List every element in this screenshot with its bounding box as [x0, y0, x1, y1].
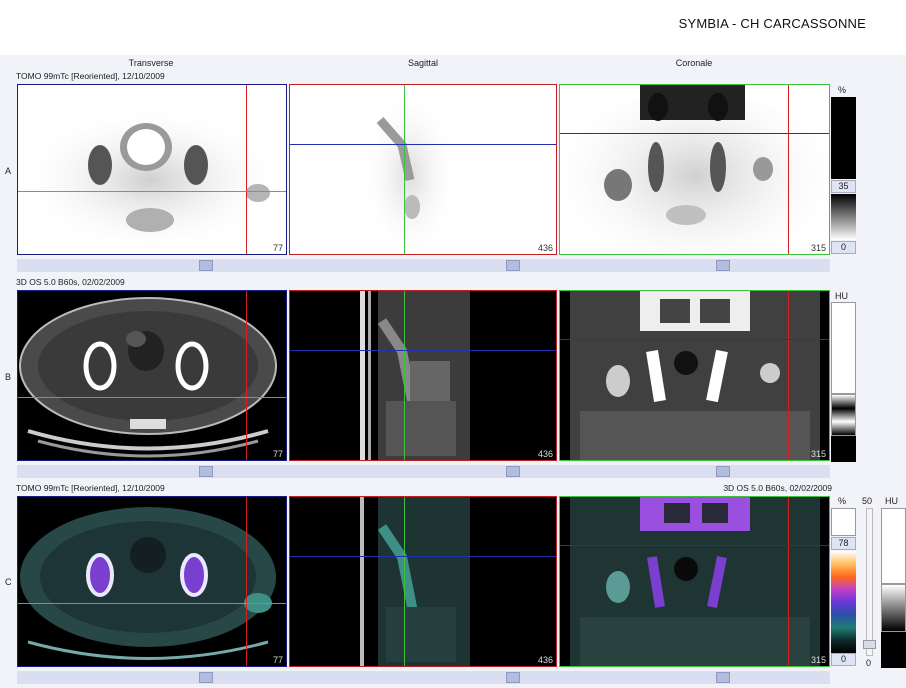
viewport-b-transverse[interactable]: 77	[17, 290, 287, 461]
column-title-transverse: Transverse	[128, 58, 174, 68]
pet-window-gradient[interactable]	[831, 194, 856, 240]
slice-number: 436	[537, 243, 553, 253]
title-bar: SYMBIA - CH CARCASSONNE	[0, 0, 906, 55]
slice-scrollbar-b[interactable]	[17, 465, 830, 478]
ct-window-gradient[interactable]	[831, 394, 856, 436]
crosshair-horizontal[interactable]	[290, 144, 556, 145]
scroll-thumb-coronal[interactable]	[716, 672, 730, 683]
crosshair-horizontal[interactable]	[18, 603, 286, 604]
slice-number: 77	[272, 449, 283, 459]
pet-window-black	[831, 97, 856, 179]
ct-window-white	[831, 302, 856, 394]
slice-number: 315	[810, 243, 826, 253]
viewport-a-transverse[interactable]: 77	[17, 84, 287, 255]
scroll-thumb-sagittal[interactable]	[506, 672, 520, 683]
slice-scrollbar-a[interactable]	[17, 259, 830, 272]
institution-title: SYMBIA - CH CARCASSONNE	[678, 16, 866, 31]
blend-slider-bottom-label: 0	[866, 658, 872, 668]
ct-window-white	[881, 508, 906, 584]
row-label-b: B	[5, 372, 12, 382]
column-title-sagittal: Sagittal	[407, 58, 439, 68]
blend-slider-track[interactable]	[866, 508, 873, 656]
crosshair-horizontal[interactable]	[560, 339, 829, 340]
slice-number: 436	[537, 449, 553, 459]
blend-slider-handle[interactable]	[863, 640, 876, 649]
viewport-a-coronal[interactable]: 315	[559, 84, 830, 255]
viewport-c-transverse[interactable]: 77	[17, 496, 287, 667]
scroll-thumb-transverse[interactable]	[199, 466, 213, 477]
crosshair-horizontal[interactable]	[18, 397, 286, 398]
crosshair-vertical[interactable]	[788, 291, 789, 460]
pet-window-bottom-value[interactable]: 0	[831, 241, 856, 254]
crosshair-vertical[interactable]	[404, 497, 405, 666]
viewport-c-coronal[interactable]: 315	[559, 496, 830, 667]
scroll-thumb-coronal[interactable]	[716, 466, 730, 477]
series-label-c-pet: TOMO 99mTc [Reoriented], 12/10/2009	[16, 483, 165, 493]
scroll-thumb-coronal[interactable]	[716, 260, 730, 271]
viewport-c-sagittal[interactable]: 436	[289, 496, 557, 667]
blend-slider-top-label: 50	[862, 496, 873, 506]
ct-scale-unit: HU	[835, 291, 848, 301]
series-label-a: TOMO 99mTc [Reoriented], 12/10/2009	[16, 71, 165, 81]
viewport-a-sagittal[interactable]: 436	[289, 84, 557, 255]
series-label-c-ct: 3D OS 5.0 B60s, 02/02/2009	[723, 483, 832, 493]
row-label-c: C	[5, 577, 12, 587]
viewport-b-coronal[interactable]: 315	[559, 290, 830, 461]
pet-colormap-gradient[interactable]	[831, 551, 856, 653]
fusion-pet-unit: %	[838, 496, 847, 506]
crosshair-vertical[interactable]	[246, 497, 247, 666]
slice-number: 436	[537, 655, 553, 665]
crosshair-vertical[interactable]	[404, 291, 405, 460]
pet-colormap-top-value[interactable]: 78	[831, 537, 856, 550]
crosshair-vertical[interactable]	[246, 291, 247, 460]
scroll-thumb-transverse[interactable]	[199, 672, 213, 683]
column-title-coronal: Coronale	[675, 58, 713, 68]
pet-colormap-white	[831, 508, 856, 536]
fusion-sagittal-image	[360, 497, 470, 666]
ct-window-black	[881, 632, 906, 668]
crosshair-vertical[interactable]	[404, 85, 405, 254]
pet-colormap-bottom-value[interactable]: 0	[831, 653, 856, 666]
slice-number: 315	[810, 449, 826, 459]
crosshair-horizontal[interactable]	[290, 556, 556, 557]
ct-window-black	[831, 436, 856, 462]
pet-window-top-value[interactable]: 35	[831, 180, 856, 193]
fusion-ct-unit: HU	[885, 496, 898, 506]
slice-number: 315	[810, 655, 826, 665]
crosshair-horizontal[interactable]	[560, 545, 829, 546]
crosshair-horizontal[interactable]	[290, 350, 556, 351]
pet-scale-unit: %	[838, 85, 847, 95]
slice-scrollbar-c[interactable]	[17, 671, 830, 684]
pet-sagittal-image	[362, 87, 458, 254]
scroll-thumb-sagittal[interactable]	[506, 466, 520, 477]
ct-window-gradient[interactable]	[881, 584, 906, 632]
crosshair-horizontal[interactable]	[560, 133, 829, 134]
slice-number: 77	[272, 655, 283, 665]
scroll-thumb-transverse[interactable]	[199, 260, 213, 271]
crosshair-horizontal[interactable]	[18, 191, 286, 192]
crosshair-vertical[interactable]	[246, 85, 247, 254]
crosshair-vertical[interactable]	[788, 497, 789, 666]
scroll-thumb-sagittal[interactable]	[506, 260, 520, 271]
series-label-b: 3D OS 5.0 B60s, 02/02/2009	[16, 277, 125, 287]
crosshair-vertical[interactable]	[788, 85, 789, 254]
row-label-a: A	[5, 166, 12, 176]
slice-number: 77	[272, 243, 283, 253]
ct-sagittal-image	[360, 291, 470, 460]
viewport-b-sagittal[interactable]: 436	[289, 290, 557, 461]
